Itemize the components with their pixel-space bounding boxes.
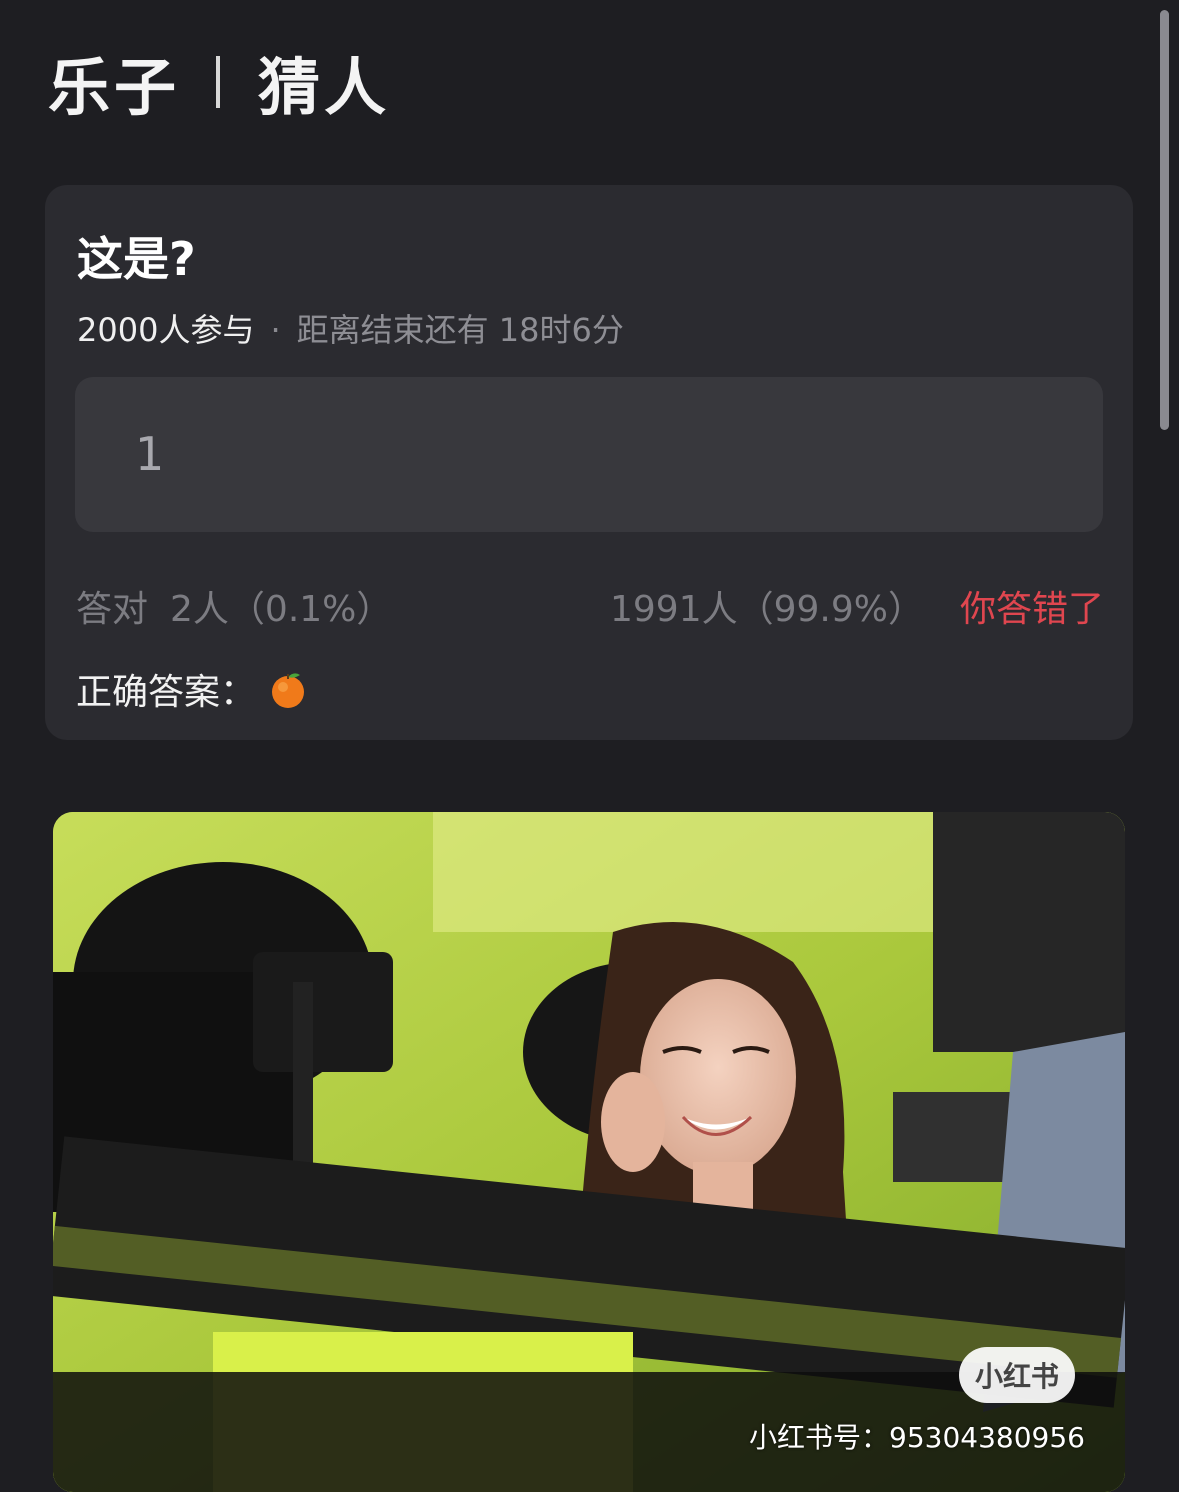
scrollbar[interactable]: [1160, 10, 1169, 430]
correct-answer-label: 正确答案：: [76, 672, 257, 713]
xiaohongshu-id: 小红书号：95304380956: [749, 1421, 1085, 1454]
correct-label: 答对: [76, 589, 149, 630]
quiz-meta: 2000人参与 · 距离结束还有 18时6分: [77, 305, 624, 351]
correct-count: 2人（0.1%）: [170, 589, 393, 630]
wrong-stats: 1991人（99.9%） 你答错了: [610, 580, 1104, 632]
orange-icon: [268, 669, 308, 709]
correct-answer-row: 正确答案：: [76, 663, 308, 715]
my-answer-text: 1: [135, 427, 165, 481]
correct-stats: 答对 2人（0.1%）: [76, 580, 392, 632]
result-label: 你答错了: [959, 589, 1104, 630]
quiz-card: 这是? 2000人参与 · 距离结束还有 18时6分 1 答对 2人（0.1%） 19…: [45, 185, 1133, 740]
title-divider: [216, 56, 221, 108]
xiaohongshu-badge: 小红书: [959, 1347, 1075, 1403]
meta-separator: ·: [270, 311, 281, 349]
quiz-question: 这是?: [77, 232, 196, 286]
my-answer-box: 1: [75, 377, 1103, 532]
post-photo[interactable]: 小红书 小红书号：95304380956: [53, 812, 1125, 1492]
page-title: 猜人: [258, 51, 391, 124]
wrong-count: 1991人（99.9%）: [610, 589, 924, 630]
participant-count: 2000人参与: [77, 311, 255, 349]
countdown-text: 距离结束还有 18时6分: [296, 311, 624, 349]
page-header: 乐子 猜人: [48, 42, 390, 124]
category-title[interactable]: 乐子: [48, 37, 180, 127]
